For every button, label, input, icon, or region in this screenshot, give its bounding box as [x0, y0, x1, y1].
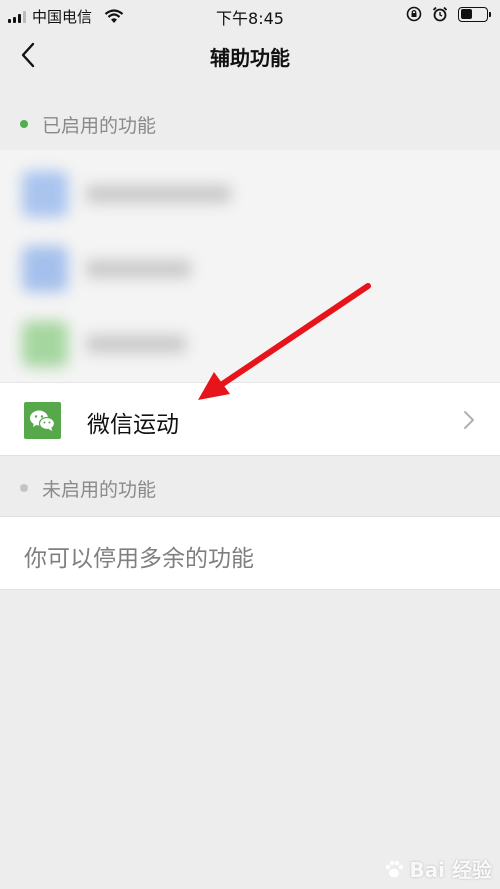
enabled-section-header: 已启用的功能 — [0, 102, 500, 146]
watermark-text: Bai 经验 — [409, 858, 492, 882]
battery-icon — [458, 6, 491, 22]
wechat-icon — [24, 402, 61, 439]
blurred-items — [0, 150, 500, 382]
paw-icon — [386, 860, 404, 877]
enabled-status-dot — [20, 120, 28, 128]
disabled-status-dot — [20, 484, 28, 492]
list-item-label: 微信运动 — [87, 412, 179, 438]
watermark: Bai 经验 — [383, 854, 492, 883]
enabled-section-title: 已启用的功能 — [42, 114, 157, 137]
battery-level — [460, 9, 472, 19]
disabled-empty-cell: 你可以停用多余的功能 — [0, 516, 500, 590]
chevron-right-icon — [464, 411, 474, 429]
blurred-row — [0, 305, 500, 382]
disabled-section-title: 未启用的功能 — [42, 478, 157, 501]
nav-bar: 辅助功能 — [0, 30, 500, 82]
blurred-row — [0, 230, 500, 307]
rotation-lock-icon — [406, 6, 422, 22]
page-title: 辅助功能 — [210, 46, 290, 70]
alarm-icon — [432, 6, 448, 22]
status-right — [406, 6, 491, 22]
empty-hint-text: 你可以停用多余的功能 — [24, 546, 254, 572]
disabled-section-header: 未启用的功能 — [0, 466, 500, 510]
list-item-wechat-sport[interactable]: 微信运动 — [0, 382, 500, 456]
blurred-row — [0, 155, 500, 232]
status-bar: 中国电信 下午8:45 — [0, 0, 500, 30]
